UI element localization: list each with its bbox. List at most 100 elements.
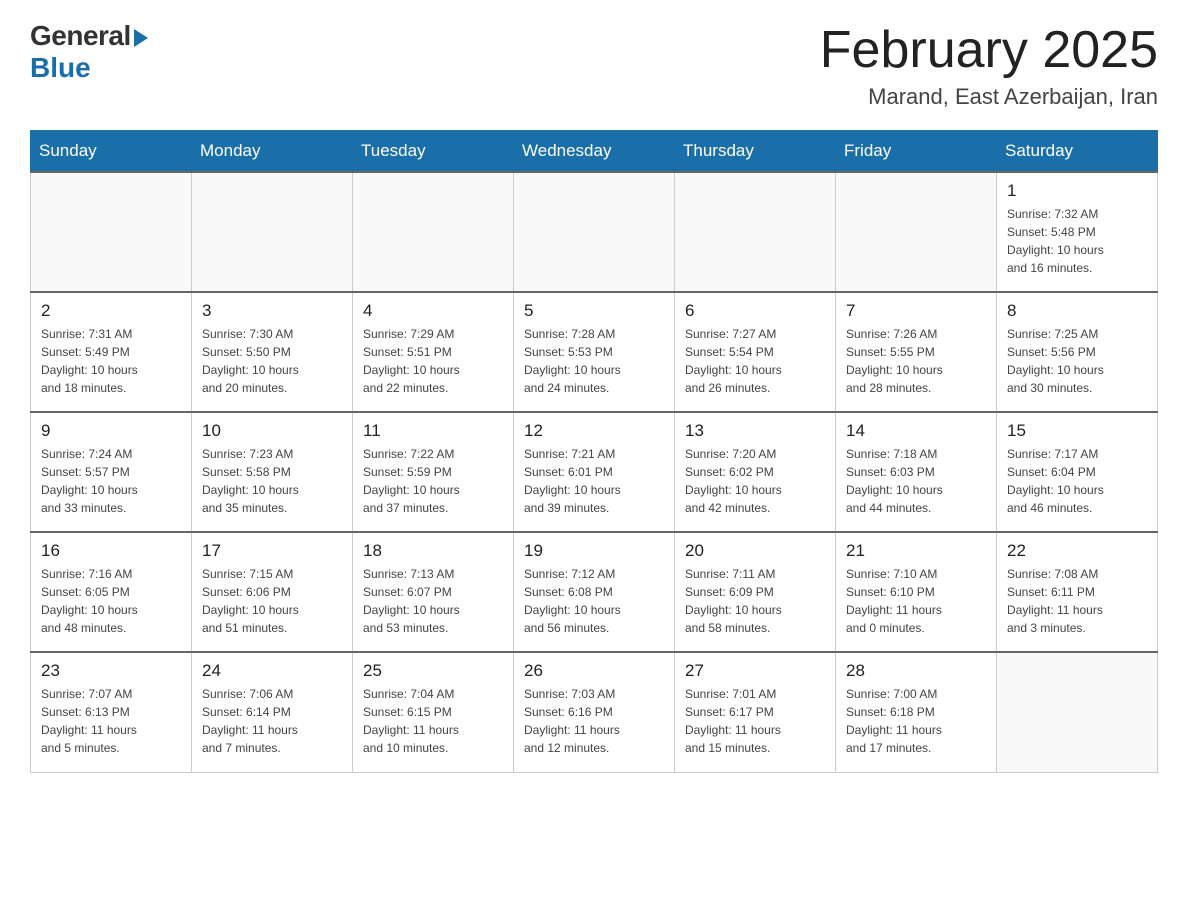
week-row-1: 1 Sunrise: 7:32 AM Sunset: 5:48 PM Daylig… — [31, 172, 1158, 292]
day-info: Sunrise: 7:17 AM Sunset: 6:04 PM Dayligh… — [1007, 445, 1147, 517]
calendar-cell: 26 Sunrise: 7:03 AM Sunset: 6:16 PM Dayli… — [514, 652, 675, 772]
day-info: Sunrise: 7:00 AM Sunset: 6:18 PM Dayligh… — [846, 685, 986, 757]
day-number: 2 — [41, 301, 181, 321]
day-info: Sunrise: 7:31 AM Sunset: 5:49 PM Dayligh… — [41, 325, 181, 397]
day-number: 17 — [202, 541, 342, 561]
calendar-cell: 7Sunrise: 7:26 AM Sunset: 5:55 PM Daylig… — [836, 292, 997, 412]
calendar-cell — [192, 172, 353, 292]
calendar-header-tuesday: Tuesday — [353, 131, 514, 173]
day-info: Sunrise: 7:18 AM Sunset: 6:03 PM Dayligh… — [846, 445, 986, 517]
day-info: Sunrise: 7:03 AM Sunset: 6:16 PM Dayligh… — [524, 685, 664, 757]
day-info: Sunrise: 7:15 AM Sunset: 6:06 PM Dayligh… — [202, 565, 342, 637]
day-number: 15 — [1007, 421, 1147, 441]
week-row-3: 9 Sunrise: 7:24 AM Sunset: 5:57 PM Daylig… — [31, 412, 1158, 532]
day-info: Sunrise: 7:24 AM Sunset: 5:57 PM Dayligh… — [41, 445, 181, 517]
logo: General Blue — [30, 20, 148, 84]
week-row-5: 23 Sunrise: 7:07 AM Sunset: 6:13 PM Dayli… — [31, 652, 1158, 772]
day-number: 19 — [524, 541, 664, 561]
day-number: 13 — [685, 421, 825, 441]
calendar-cell — [514, 172, 675, 292]
calendar-cell: 13 Sunrise: 7:20 AM Sunset: 6:02 PM Dayli… — [675, 412, 836, 532]
logo-blue-text: Blue — [30, 52, 91, 84]
day-number: 27 — [685, 661, 825, 681]
calendar-cell: 11 Sunrise: 7:22 AM Sunset: 5:59 PM Dayli… — [353, 412, 514, 532]
day-info: Sunrise: 7:12 AM Sunset: 6:08 PM Dayligh… — [524, 565, 664, 637]
day-info: Sunrise: 7:13 AM Sunset: 6:07 PM Dayligh… — [363, 565, 503, 637]
day-info: Sunrise: 7:06 AM Sunset: 6:14 PM Dayligh… — [202, 685, 342, 757]
day-number: 6 — [685, 301, 825, 321]
location-title: Marand, East Azerbaijan, Iran — [820, 84, 1158, 110]
calendar-cell: 9 Sunrise: 7:24 AM Sunset: 5:57 PM Daylig… — [31, 412, 192, 532]
calendar-cell: 15 Sunrise: 7:17 AM Sunset: 6:04 PM Dayli… — [997, 412, 1158, 532]
calendar-table: SundayMondayTuesdayWednesdayThursdayFrid… — [30, 130, 1158, 773]
day-info: Sunrise: 7:22 AM Sunset: 5:59 PM Dayligh… — [363, 445, 503, 517]
title-area: February 2025 Marand, East Azerbaijan, I… — [820, 20, 1158, 110]
day-info: Sunrise: 7:23 AM Sunset: 5:58 PM Dayligh… — [202, 445, 342, 517]
month-title: February 2025 — [820, 20, 1158, 80]
calendar-header-friday: Friday — [836, 131, 997, 173]
day-info: Sunrise: 7:20 AM Sunset: 6:02 PM Dayligh… — [685, 445, 825, 517]
calendar-cell: 28 Sunrise: 7:00 AM Sunset: 6:18 PM Dayli… — [836, 652, 997, 772]
calendar-cell: 24 Sunrise: 7:06 AM Sunset: 6:14 PM Dayli… — [192, 652, 353, 772]
calendar-cell: 23 Sunrise: 7:07 AM Sunset: 6:13 PM Dayli… — [31, 652, 192, 772]
day-number: 5 — [524, 301, 664, 321]
week-row-4: 16Sunrise: 7:16 AM Sunset: 6:05 PM Dayli… — [31, 532, 1158, 652]
calendar-cell: 8Sunrise: 7:25 AM Sunset: 5:56 PM Daylig… — [997, 292, 1158, 412]
day-number: 24 — [202, 661, 342, 681]
calendar-cell: 12Sunrise: 7:21 AM Sunset: 6:01 PM Dayli… — [514, 412, 675, 532]
calendar-header-thursday: Thursday — [675, 131, 836, 173]
day-info: Sunrise: 7:08 AM Sunset: 6:11 PM Dayligh… — [1007, 565, 1147, 637]
day-number: 8 — [1007, 301, 1147, 321]
calendar-cell: 6Sunrise: 7:27 AM Sunset: 5:54 PM Daylig… — [675, 292, 836, 412]
calendar-header-wednesday: Wednesday — [514, 131, 675, 173]
calendar-cell: 17 Sunrise: 7:15 AM Sunset: 6:06 PM Dayli… — [192, 532, 353, 652]
week-row-2: 2 Sunrise: 7:31 AM Sunset: 5:49 PM Daylig… — [31, 292, 1158, 412]
calendar-cell: 14 Sunrise: 7:18 AM Sunset: 6:03 PM Dayli… — [836, 412, 997, 532]
day-info: Sunrise: 7:07 AM Sunset: 6:13 PM Dayligh… — [41, 685, 181, 757]
day-info: Sunrise: 7:30 AM Sunset: 5:50 PM Dayligh… — [202, 325, 342, 397]
day-info: Sunrise: 7:11 AM Sunset: 6:09 PM Dayligh… — [685, 565, 825, 637]
day-number: 12 — [524, 421, 664, 441]
day-number: 26 — [524, 661, 664, 681]
calendar-cell: 2 Sunrise: 7:31 AM Sunset: 5:49 PM Daylig… — [31, 292, 192, 412]
logo-arrow-icon — [134, 29, 148, 47]
day-number: 4 — [363, 301, 503, 321]
day-info: Sunrise: 7:04 AM Sunset: 6:15 PM Dayligh… — [363, 685, 503, 757]
calendar-cell: 20Sunrise: 7:11 AM Sunset: 6:09 PM Dayli… — [675, 532, 836, 652]
logo-general-text: General — [30, 20, 131, 52]
calendar-cell: 16Sunrise: 7:16 AM Sunset: 6:05 PM Dayli… — [31, 532, 192, 652]
day-info: Sunrise: 7:01 AM Sunset: 6:17 PM Dayligh… — [685, 685, 825, 757]
calendar-cell — [31, 172, 192, 292]
day-number: 18 — [363, 541, 503, 561]
day-info: Sunrise: 7:10 AM Sunset: 6:10 PM Dayligh… — [846, 565, 986, 637]
calendar-cell: 27 Sunrise: 7:01 AM Sunset: 6:17 PM Dayli… — [675, 652, 836, 772]
calendar-cell: 1 Sunrise: 7:32 AM Sunset: 5:48 PM Daylig… — [997, 172, 1158, 292]
page-header: General Blue February 2025 Marand, East … — [30, 20, 1158, 110]
day-info: Sunrise: 7:16 AM Sunset: 6:05 PM Dayligh… — [41, 565, 181, 637]
calendar-header-sunday: Sunday — [31, 131, 192, 173]
calendar-header-monday: Monday — [192, 131, 353, 173]
calendar-cell — [997, 652, 1158, 772]
calendar-cell: 18 Sunrise: 7:13 AM Sunset: 6:07 PM Dayli… — [353, 532, 514, 652]
day-number: 22 — [1007, 541, 1147, 561]
day-number: 11 — [363, 421, 503, 441]
calendar-cell — [675, 172, 836, 292]
day-info: Sunrise: 7:28 AM Sunset: 5:53 PM Dayligh… — [524, 325, 664, 397]
calendar-cell: 19 Sunrise: 7:12 AM Sunset: 6:08 PM Dayli… — [514, 532, 675, 652]
calendar-cell — [836, 172, 997, 292]
calendar-cell: 3 Sunrise: 7:30 AM Sunset: 5:50 PM Daylig… — [192, 292, 353, 412]
day-number: 25 — [363, 661, 503, 681]
day-info: Sunrise: 7:32 AM Sunset: 5:48 PM Dayligh… — [1007, 205, 1147, 277]
calendar-cell: 25 Sunrise: 7:04 AM Sunset: 6:15 PM Dayli… — [353, 652, 514, 772]
day-number: 14 — [846, 421, 986, 441]
calendar-cell — [353, 172, 514, 292]
calendar-cell: 10Sunrise: 7:23 AM Sunset: 5:58 PM Dayli… — [192, 412, 353, 532]
day-number: 28 — [846, 661, 986, 681]
calendar-cell: 21Sunrise: 7:10 AM Sunset: 6:10 PM Dayli… — [836, 532, 997, 652]
day-number: 9 — [41, 421, 181, 441]
day-number: 1 — [1007, 181, 1147, 201]
day-number: 3 — [202, 301, 342, 321]
day-number: 23 — [41, 661, 181, 681]
calendar-cell: 22 Sunrise: 7:08 AM Sunset: 6:11 PM Dayli… — [997, 532, 1158, 652]
calendar-header-row: SundayMondayTuesdayWednesdayThursdayFrid… — [31, 131, 1158, 173]
